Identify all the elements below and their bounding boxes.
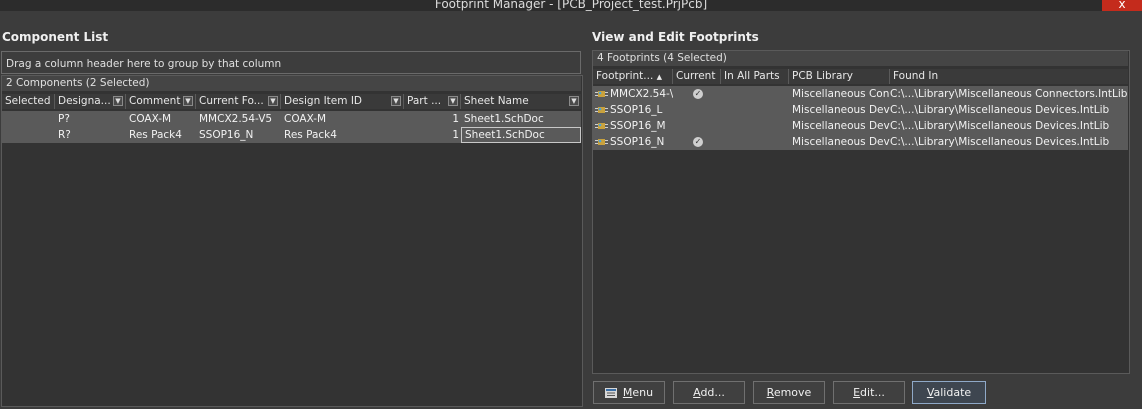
footprint-icon bbox=[595, 107, 608, 113]
cell-pcb-library: Miscellaneous Devi bbox=[792, 120, 890, 132]
col-part[interactable]: Part ... ▼ bbox=[404, 94, 461, 109]
footprint-header: Footprint... ▲ Current In All Parts PCB … bbox=[593, 69, 1128, 84]
cell-part: 1 bbox=[452, 129, 459, 141]
col-design-item-id[interactable]: Design Item ID ▼ bbox=[281, 94, 404, 109]
menu-icon bbox=[604, 388, 617, 398]
col-designator[interactable]: Designa... ▼ bbox=[55, 94, 126, 109]
filter-icon[interactable]: ▼ bbox=[448, 96, 458, 106]
cell-pcb-library: Miscellaneous Devi bbox=[792, 104, 890, 116]
filter-icon[interactable]: ▼ bbox=[391, 96, 401, 106]
window-title: Footprint Manager - [PCB_Project_test.Pr… bbox=[434, 0, 708, 11]
filter-icon[interactable]: ▼ bbox=[183, 96, 193, 106]
footprint-count: 4 Footprints (4 Selected) bbox=[593, 51, 1128, 66]
table-row[interactable]: MMCX2.54-\ ✓ Miscellaneous Con C:\...\Li… bbox=[593, 86, 1128, 102]
cell-found-in: C:\...\Library\Miscellaneous Devices.Int… bbox=[890, 104, 1110, 116]
table-row[interactable]: SSOP16_N ✓ Miscellaneous Devi C:\...\Lib… bbox=[593, 134, 1128, 150]
table-row[interactable]: P? COAX-M MMCX2.54-V5 COAX-M 1 Sheet1.Sc… bbox=[2, 111, 581, 127]
close-icon: x bbox=[1118, 0, 1126, 11]
col-sheet-name[interactable]: Sheet Name ▼ bbox=[461, 94, 581, 109]
cell-footprint: MMCX2.54-\ bbox=[610, 88, 673, 100]
cell-selected[interactable] bbox=[2, 127, 55, 143]
cell-footprint: SSOP16_M bbox=[610, 120, 666, 132]
cell-found-in: C:\...\Library\Miscellaneous Connectors.… bbox=[890, 88, 1128, 100]
cell-design-item-id: Res Pack4 bbox=[284, 129, 337, 141]
footprint-icon bbox=[595, 139, 608, 145]
cell-footprint: SSOP16_L bbox=[610, 104, 663, 116]
cell-current-footprint: SSOP16_N bbox=[199, 129, 254, 141]
cell-designator: P? bbox=[58, 113, 70, 125]
component-count: 2 Components (2 Selected) bbox=[2, 76, 581, 91]
cell-comment: Res Pack4 bbox=[129, 129, 182, 141]
cell-pcb-library: Miscellaneous Con bbox=[792, 88, 890, 100]
cell-sheet-name[interactable]: Sheet1.SchDoc bbox=[461, 127, 581, 143]
cell-sheet-name: Sheet1.SchDoc bbox=[464, 113, 544, 125]
col-current-footprint[interactable]: Current Fo... ▼ bbox=[196, 94, 281, 109]
col-in-all-parts[interactable]: In All Parts bbox=[721, 69, 789, 84]
cell-comment: COAX-M bbox=[129, 113, 172, 125]
filter-icon[interactable]: ▼ bbox=[569, 96, 579, 106]
filter-icon[interactable]: ▼ bbox=[268, 96, 278, 106]
table-row[interactable]: SSOP16_L Miscellaneous Devi C:\...\Libra… bbox=[593, 102, 1128, 118]
filter-icon[interactable]: ▼ bbox=[113, 96, 123, 106]
edit-button[interactable]: Edit... bbox=[833, 381, 905, 404]
footprint-icon bbox=[595, 91, 608, 97]
table-row[interactable]: SSOP16_M Miscellaneous Devi C:\...\Libra… bbox=[593, 118, 1128, 134]
validate-button[interactable]: Validate bbox=[912, 381, 986, 404]
current-check-icon: ✓ bbox=[693, 89, 703, 99]
cell-part: 1 bbox=[452, 113, 459, 125]
cell-pcb-library: Miscellaneous Devi bbox=[792, 136, 890, 148]
cell-footprint: SSOP16_N bbox=[610, 136, 665, 148]
col-footprint[interactable]: Footprint... ▲ bbox=[593, 69, 673, 84]
remove-button[interactable]: Remove bbox=[753, 381, 825, 404]
cell-current-footprint: MMCX2.54-V5 bbox=[199, 113, 273, 125]
component-header: Selected Designa... ▼ Comment ▼ Current Fo… bbox=[2, 94, 581, 109]
current-check-icon: ✓ bbox=[693, 137, 703, 147]
sort-asc-icon: ▲ bbox=[656, 73, 663, 81]
cell-found-in: C:\...\Library\Miscellaneous Devices.Int… bbox=[890, 136, 1110, 148]
col-current[interactable]: Current bbox=[673, 69, 721, 84]
footprints-title: View and Edit Footprints bbox=[592, 30, 759, 44]
table-row[interactable]: R? Res Pack4 SSOP16_N Res Pack4 1 Sheet1… bbox=[2, 127, 581, 143]
cell-selected[interactable] bbox=[2, 111, 55, 127]
col-comment[interactable]: Comment ▼ bbox=[126, 94, 196, 109]
cell-design-item-id: COAX-M bbox=[284, 113, 327, 125]
footprint-icon bbox=[595, 123, 608, 129]
col-pcb-library[interactable]: PCB Library bbox=[789, 69, 890, 84]
menu-button[interactable]: Menu bbox=[593, 381, 665, 404]
group-by-hint[interactable]: Drag a column header here to group by th… bbox=[1, 51, 581, 74]
title-bar: Footprint Manager - [PCB_Project_test.Pr… bbox=[0, 0, 1142, 11]
col-found-in[interactable]: Found In bbox=[890, 69, 1128, 84]
close-button[interactable]: x bbox=[1102, 0, 1142, 11]
cell-designator: R? bbox=[58, 129, 71, 141]
col-selected[interactable]: Selected bbox=[2, 94, 55, 109]
cell-found-in: C:\...\Library\Miscellaneous Devices.Int… bbox=[890, 120, 1110, 132]
component-list-title: Component List bbox=[2, 30, 109, 44]
add-button[interactable]: Add... bbox=[673, 381, 745, 404]
